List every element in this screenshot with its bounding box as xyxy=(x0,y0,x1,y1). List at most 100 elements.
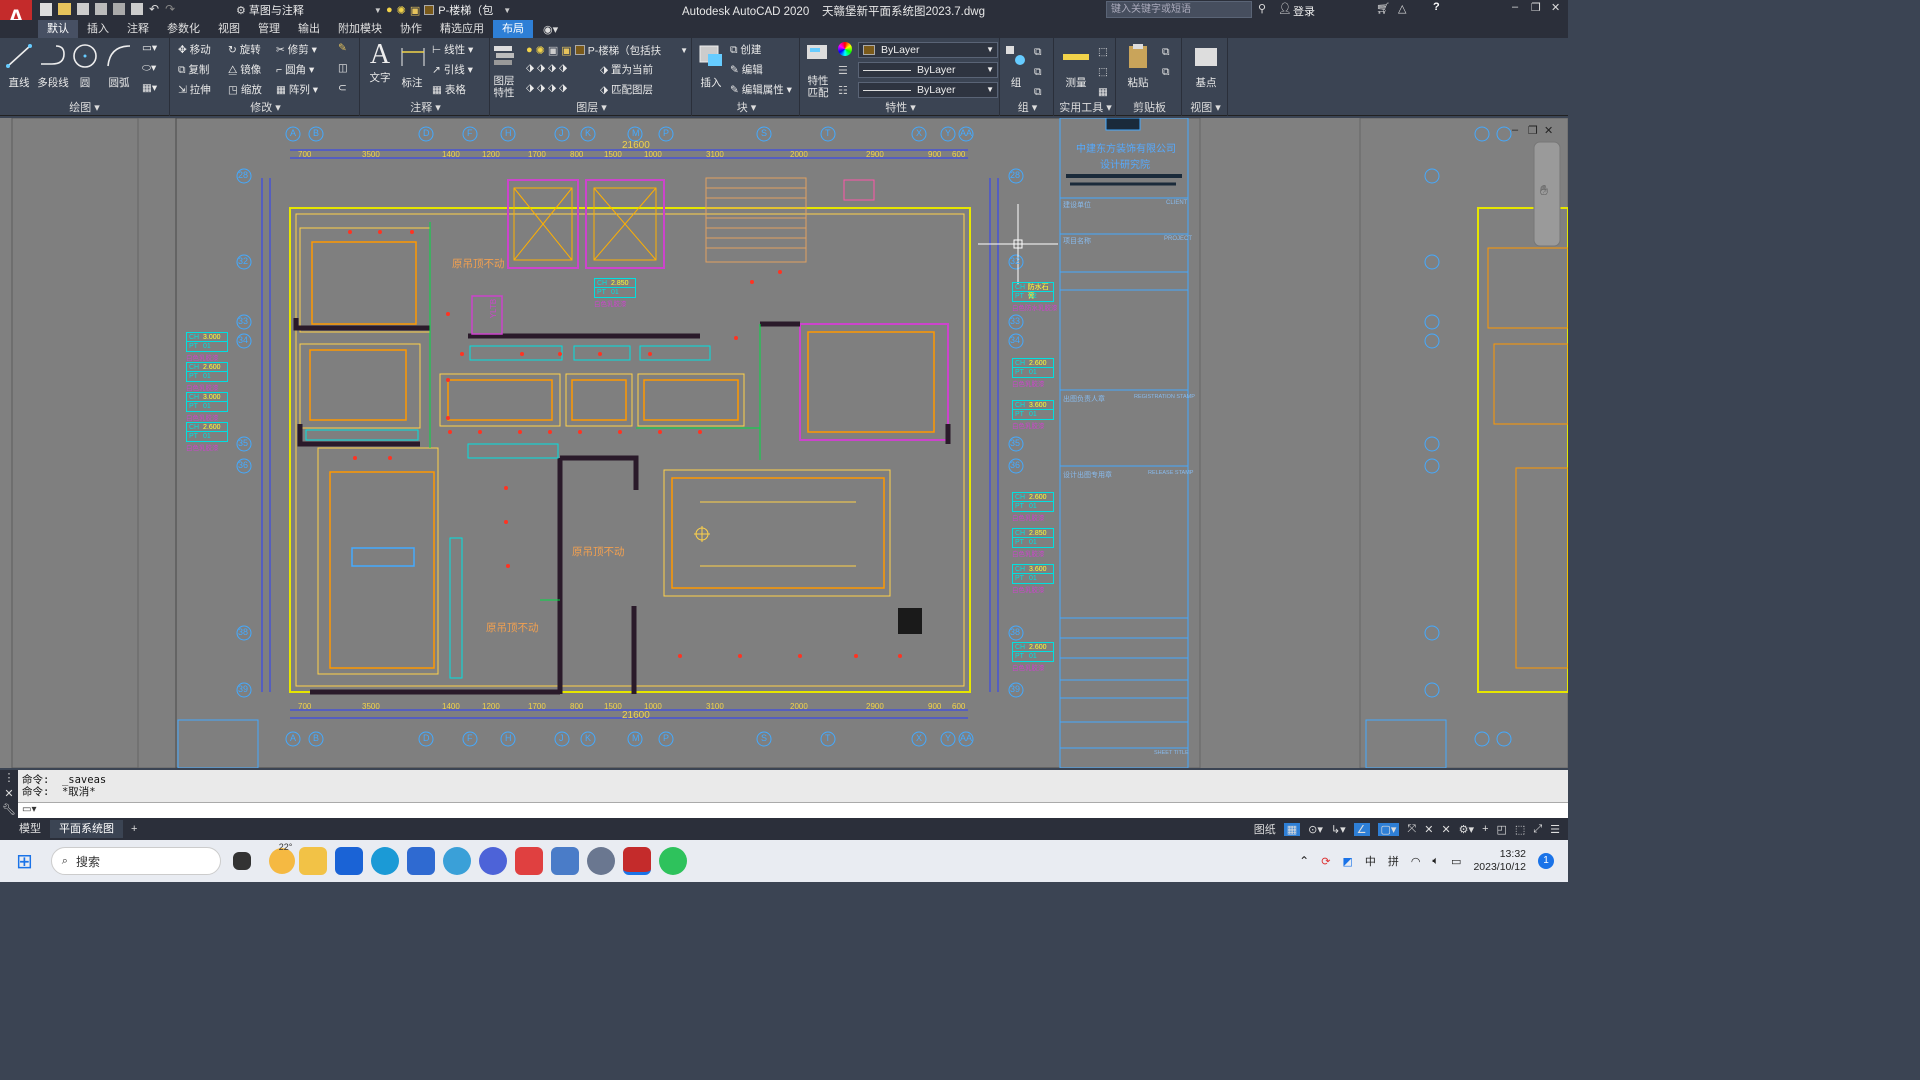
wifi-icon[interactable]: ◠ xyxy=(1411,855,1421,868)
tab-output[interactable]: 输出 xyxy=(289,20,329,38)
plot-icon[interactable] xyxy=(131,3,143,15)
search-box[interactable]: 键入关键字或短语 xyxy=(1106,1,1252,18)
tab-view[interactable]: 视图 xyxy=(209,20,249,38)
login-link[interactable]: 登录 xyxy=(1293,3,1315,19)
quick-layer-control[interactable]: ● ✺ ▣ P-楼梯（包 ▼ xyxy=(386,2,511,18)
view-panel-label[interactable]: 视图 ▾ xyxy=(1184,99,1227,115)
taskbar-search[interactable]: ⌕ 搜索 xyxy=(50,847,221,875)
ime-chinese[interactable]: 中 xyxy=(1365,853,1376,869)
utility-tools-icon[interactable]: ⬚ ⬚ ▦ xyxy=(1098,42,1108,102)
cart-icon[interactable]: 🛒︎ xyxy=(1376,2,1390,15)
command-input[interactable]: ▭▾ xyxy=(18,802,1568,818)
arc-button[interactable]: 圆弧 xyxy=(104,42,134,90)
edit-attr-button[interactable]: ✎ 编辑属性 ▾ xyxy=(730,82,792,97)
settings-icon[interactable] xyxy=(586,847,615,875)
offset-icon[interactable]: ◫ xyxy=(338,62,348,74)
grid-icon[interactable]: ▦ xyxy=(1283,822,1301,836)
properties-panel-label[interactable]: 特性 ▾ xyxy=(802,99,999,115)
basepoint-button[interactable]: 基点 xyxy=(1190,42,1222,90)
insert-block-button[interactable]: 插入 xyxy=(696,42,726,90)
explode-icon[interactable]: ⊂ xyxy=(338,82,347,94)
linear-dim-button[interactable]: ⊢ 线性 ▾ xyxy=(432,42,473,57)
new-icon[interactable] xyxy=(40,3,52,16)
notification-badge[interactable]: 1 xyxy=(1538,853,1554,869)
store-icon[interactable] xyxy=(406,847,435,875)
group-button[interactable]: 组 xyxy=(1004,42,1028,90)
layer-tools-row1[interactable]: ⬗ ⬗ ⬗ ⬗ xyxy=(526,62,567,74)
match-layer-button[interactable]: ⬗ 匹配图层 xyxy=(600,82,653,97)
tab-parametric[interactable]: 参数化 xyxy=(158,20,209,38)
undo-icon[interactable]: ↶ xyxy=(149,3,159,16)
tab-layout-plan[interactable]: 平面系统图 xyxy=(50,820,123,838)
open-icon[interactable] xyxy=(58,3,71,15)
task-view-icon[interactable] xyxy=(232,852,251,870)
mirror-button[interactable]: ⧋ 镜像 xyxy=(228,62,261,77)
color-wheel-icon[interactable] xyxy=(838,42,852,56)
autoscale-icon[interactable]: ✕ xyxy=(1441,823,1450,836)
chart-app-icon[interactable] xyxy=(550,847,579,875)
linetype-dropdown[interactable]: ByLayer ▼ xyxy=(858,62,998,78)
weather-icon[interactable]: 22° xyxy=(268,842,295,874)
annotation-scale-icon[interactable]: ⤧ xyxy=(1407,823,1416,836)
workspace-gear-icon[interactable]: ⚙▾ xyxy=(1459,823,1474,836)
fillet-button[interactable]: ⌐ 圆角 ▾ xyxy=(276,62,314,77)
copy-button[interactable]: ⧉ 复制 xyxy=(178,62,209,77)
table-button[interactable]: ▦ 表格 xyxy=(432,82,466,97)
clean-screen-icon[interactable]: ⤢ xyxy=(1533,823,1542,836)
drawing-canvas[interactable]: A B D F H J K M P S T X Y AA A B D F H J K M P S T X Y AA 28 32 33 34… xyxy=(0,118,1568,768)
clock[interactable]: 13:32 2023/10/12 xyxy=(1473,848,1526,874)
battery-icon[interactable]: ▭ xyxy=(1451,855,1461,868)
lineweight-dropdown[interactable]: ByLayer ▼ xyxy=(858,82,998,98)
osnap-icon[interactable]: ▢▾ xyxy=(1377,822,1400,836)
customize-menu-icon[interactable]: ☰ xyxy=(1550,823,1560,836)
layer-properties-button[interactable]: 图层特性 xyxy=(492,42,516,99)
viewport-restore-icon[interactable]: ❐ xyxy=(1528,124,1538,137)
save-icon[interactable] xyxy=(77,3,89,15)
snap-icon[interactable]: ⊙▾ xyxy=(1308,823,1323,836)
hardware-accel-icon[interactable]: ⬚ xyxy=(1515,823,1525,836)
redo-icon[interactable]: ↷ xyxy=(165,3,175,16)
user-icon[interactable]: 👤︎ xyxy=(1278,2,1292,15)
pan-icon[interactable]: ✋︎ xyxy=(1540,182,1548,199)
restore-icon[interactable]: ❐ xyxy=(1531,1,1541,14)
tab-model[interactable]: 模型 xyxy=(10,820,50,838)
block-panel-label[interactable]: 块 ▾ xyxy=(694,99,799,115)
erase-icon[interactable]: ✎ xyxy=(338,42,347,54)
tab-default[interactable]: 默认 xyxy=(38,20,78,38)
leader-button[interactable]: ↗ 引线 ▾ xyxy=(432,62,473,77)
windows-start-icon[interactable]: ⊞ xyxy=(16,849,33,874)
viewport-minimize-icon[interactable]: – xyxy=(1512,124,1518,136)
isolate-icon[interactable]: ◰ xyxy=(1497,823,1507,836)
binoculars-icon[interactable]: ⚲ xyxy=(1258,2,1266,15)
file-explorer-icon[interactable] xyxy=(298,847,327,875)
scale-button[interactable]: ◳ 缩放 xyxy=(228,82,262,97)
edit-block-button[interactable]: ✎ 编辑 xyxy=(730,62,763,77)
minimize-icon[interactable]: – xyxy=(1512,1,1518,13)
layer-tools-row2[interactable]: ⬗ ⬗ ⬗ ⬗ xyxy=(526,82,567,94)
ime-pinyin[interactable]: 拼 xyxy=(1388,853,1399,869)
paper-space-toggle[interactable]: 图纸 xyxy=(1254,821,1276,837)
copilot-icon[interactable] xyxy=(478,847,507,875)
match-properties-button[interactable]: 特性匹配 xyxy=(804,42,832,99)
utilities-panel-label[interactable]: 实用工具 ▾ xyxy=(1056,99,1115,115)
lenovo-icon[interactable] xyxy=(334,847,363,875)
plus-icon[interactable]: + xyxy=(1482,823,1488,835)
trim-button[interactable]: ✂ 修剪 ▾ xyxy=(276,42,317,57)
color-dropdown[interactable]: ByLayer ▼ xyxy=(858,42,998,58)
create-block-button[interactable]: ⧉ 创建 xyxy=(730,42,761,57)
stretch-button[interactable]: ⇲ 拉伸 xyxy=(178,82,211,97)
circle-button[interactable]: 圆 xyxy=(70,42,100,90)
tab-insert[interactable]: 插入 xyxy=(78,20,118,38)
move-button[interactable]: ✥ 移动 xyxy=(178,42,211,57)
connect-icon[interactable]: △ xyxy=(1398,2,1406,15)
publish-icon[interactable] xyxy=(113,3,125,15)
table-draw-icon[interactable]: ▦▾ xyxy=(142,82,157,94)
rectangle-icon[interactable]: ▭▾ xyxy=(142,42,157,54)
make-current-button[interactable]: ⬗ 置为当前 xyxy=(600,62,653,77)
modify-panel-label[interactable]: 修改 ▾ xyxy=(172,99,359,115)
screenshot-icon[interactable]: ◩ xyxy=(1342,855,1352,868)
workspace-switcher[interactable]: ⚙ 草图与注释 ▼ xyxy=(236,2,382,18)
viewport-close-icon[interactable]: ✕ xyxy=(1544,124,1553,137)
command-close-icon[interactable]: ⋮ ✕ 🔧︎ xyxy=(0,770,18,818)
polyline-button[interactable]: 多段线 xyxy=(36,42,70,90)
